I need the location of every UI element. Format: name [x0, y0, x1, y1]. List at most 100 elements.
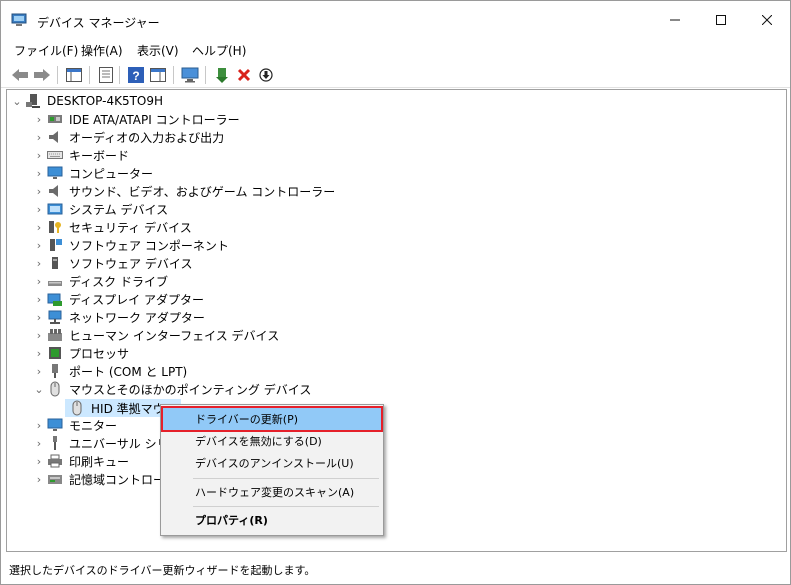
status-text: 選択したデバイスのドライバー更新ウィザードを起動します。 — [9, 564, 316, 577]
tree-category-label: サウンド、ビデオ、およびゲーム コントローラー — [69, 184, 336, 199]
menu-file[interactable]: ファイル(F) — [14, 42, 78, 59]
chevron-down-icon[interactable]: ⌄ — [31, 380, 47, 398]
menu-view[interactable]: 表示(V) — [137, 42, 179, 59]
tree-category-label: セキュリティ デバイス — [69, 220, 192, 235]
tree-category-label: ソフトウェア デバイス — [69, 256, 193, 271]
close-button[interactable] — [744, 1, 790, 39]
chevron-right-icon[interactable]: › — [31, 200, 47, 218]
tree-category-software-components[interactable]: › ソフトウェア コンポーネント — [31, 236, 229, 254]
monitor-icon — [47, 165, 63, 181]
chevron-right-icon[interactable]: › — [31, 452, 47, 470]
tree-category-ports[interactable]: › ポート (COM と LPT) — [31, 362, 187, 380]
uninstall-x-icon[interactable] — [235, 66, 253, 84]
status-bar: 選択したデバイスのドライバー更新ウィザードを起動します。 — [1, 554, 790, 584]
toolbar-separator — [57, 66, 58, 84]
context-menu: ドライバーの更新(P) デバイスを無効にする(D) デバイスのアンインストール(… — [160, 404, 384, 536]
maximize-button[interactable] — [698, 1, 744, 39]
tree-category-computer[interactable]: › コンピューター — [31, 164, 153, 182]
help-icon[interactable]: ? — [127, 66, 145, 84]
tree-category-software-devices[interactable]: › ソフトウェア デバイス — [31, 254, 193, 272]
tree-category-network[interactable]: › ネットワーク アダプター — [31, 308, 205, 326]
tree-root[interactable]: ⌄ DESKTOP-4K5TO9H — [9, 92, 163, 110]
menu-item-scan-hardware[interactable]: ハードウェア変更のスキャン(A) — [163, 481, 381, 503]
chevron-right-icon[interactable]: › — [31, 344, 47, 362]
chevron-right-icon[interactable]: › — [31, 470, 47, 488]
tree-category-system[interactable]: › システム デバイス — [31, 200, 168, 218]
chevron-right-icon[interactable]: › — [31, 308, 47, 326]
chevron-right-icon[interactable]: › — [31, 182, 47, 200]
menu-item-uninstall-device[interactable]: デバイスのアンインストール(U) — [163, 452, 381, 474]
system-devices-icon — [47, 201, 63, 217]
back-arrow-icon[interactable] — [11, 66, 29, 84]
tree-category-label: キーボード — [69, 148, 130, 163]
chevron-right-icon[interactable]: › — [31, 164, 47, 182]
tree-category-label: コンピューター — [69, 166, 154, 181]
tree-category-security[interactable]: › セキュリティ デバイス — [31, 218, 192, 236]
tree-category-display[interactable]: › ディスプレイ アダプター — [31, 290, 204, 308]
tree-category-processor[interactable]: › プロセッサ — [31, 344, 129, 362]
port-icon — [47, 363, 63, 379]
chevron-right-icon[interactable]: › — [31, 218, 47, 236]
chevron-right-icon[interactable]: › — [31, 272, 47, 290]
tree-category-audio[interactable]: › オーディオの入力および出力 — [31, 128, 224, 146]
software-component-icon — [47, 237, 63, 253]
tree-category-monitors[interactable]: › モニター — [31, 416, 117, 434]
tree-category-label: ディスプレイ アダプター — [69, 292, 204, 307]
device-manager-window: デバイス マネージャー ファイル(F) 操作(A) 表示(V) ヘルプ(H) ?… — [0, 0, 791, 585]
menu-help[interactable]: ヘルプ(H) — [192, 42, 246, 59]
tree-category-label: システム デバイス — [69, 202, 169, 217]
menu-item-properties[interactable]: プロパティ(R) — [163, 509, 381, 531]
tree-category-ide[interactable]: › IDE ATA/ATAPI コントローラー — [31, 110, 240, 128]
forward-arrow-icon[interactable] — [33, 66, 51, 84]
enable-device-icon[interactable] — [257, 66, 275, 84]
tree-category-hid[interactable]: › ヒューマン インターフェイス デバイス — [31, 326, 279, 344]
menu-separator — [193, 478, 379, 479]
tree-category-keyboard[interactable]: › キーボード — [31, 146, 129, 164]
chevron-right-icon[interactable]: › — [31, 110, 47, 128]
action-pane-icon[interactable] — [149, 66, 167, 84]
monitor-icon — [47, 417, 63, 433]
tree-category-label: プロセッサ — [69, 346, 130, 361]
tree-root-label: DESKTOP-4K5TO9H — [47, 94, 164, 108]
display-adapter-icon — [47, 291, 63, 307]
tree-category-sound[interactable]: › サウンド、ビデオ、およびゲーム コントローラー — [31, 182, 335, 200]
menu-bar: ファイル(F) 操作(A) 表示(V) ヘルプ(H) — [1, 39, 790, 61]
tree-category-label: モニター — [69, 418, 118, 433]
chevron-right-icon[interactable]: › — [31, 128, 47, 146]
tree-category-print-queues[interactable]: › 印刷キュー — [31, 452, 129, 470]
processor-icon — [47, 345, 63, 361]
toolbar-separator — [89, 66, 90, 84]
chevron-right-icon[interactable]: › — [31, 434, 47, 452]
title-bar: デバイス マネージャー — [1, 1, 790, 39]
properties-sheet-icon[interactable] — [97, 66, 115, 84]
device-tree: ⌄ DESKTOP-4K5TO9H › IDE ATA/ATAPI コントローラ… — [6, 89, 787, 552]
show-hide-console-tree-icon[interactable] — [65, 66, 83, 84]
menu-item-disable-device[interactable]: デバイスを無効にする(D) — [163, 430, 381, 452]
keyboard-icon — [47, 147, 63, 163]
chevron-right-icon[interactable]: › — [31, 236, 47, 254]
monitor-scan-icon[interactable] — [181, 66, 199, 84]
menu-separator — [193, 506, 379, 507]
toolbar-separator — [173, 66, 174, 84]
tree-category-disk[interactable]: › ディスク ドライブ — [31, 272, 168, 290]
minimize-button[interactable] — [652, 1, 698, 39]
chevron-right-icon[interactable]: › — [31, 326, 47, 344]
menu-item-update-driver[interactable]: ドライバーの更新(P) — [161, 406, 383, 432]
update-driver-icon[interactable] — [213, 66, 231, 84]
tree-category-label: IDE ATA/ATAPI コントローラー — [69, 112, 240, 127]
chevron-right-icon[interactable]: › — [31, 146, 47, 164]
mouse-icon — [69, 400, 85, 416]
menu-action[interactable]: 操作(A) — [81, 42, 123, 59]
tree-category-label: オーディオの入力および出力 — [69, 130, 225, 145]
chevron-right-icon[interactable]: › — [31, 290, 47, 308]
toolbar-separator — [205, 66, 206, 84]
svg-text:?: ? — [132, 69, 139, 83]
chevron-down-icon[interactable]: ⌄ — [9, 92, 25, 110]
device-manager-icon — [11, 13, 27, 27]
chevron-right-icon[interactable]: › — [31, 362, 47, 380]
ide-controller-icon — [47, 111, 63, 127]
security-key-icon — [47, 219, 63, 235]
tree-category-mice[interactable]: ⌄ マウスとそのほかのポインティング デバイス — [31, 380, 311, 398]
chevron-right-icon[interactable]: › — [31, 254, 47, 272]
chevron-right-icon[interactable]: › — [31, 416, 47, 434]
